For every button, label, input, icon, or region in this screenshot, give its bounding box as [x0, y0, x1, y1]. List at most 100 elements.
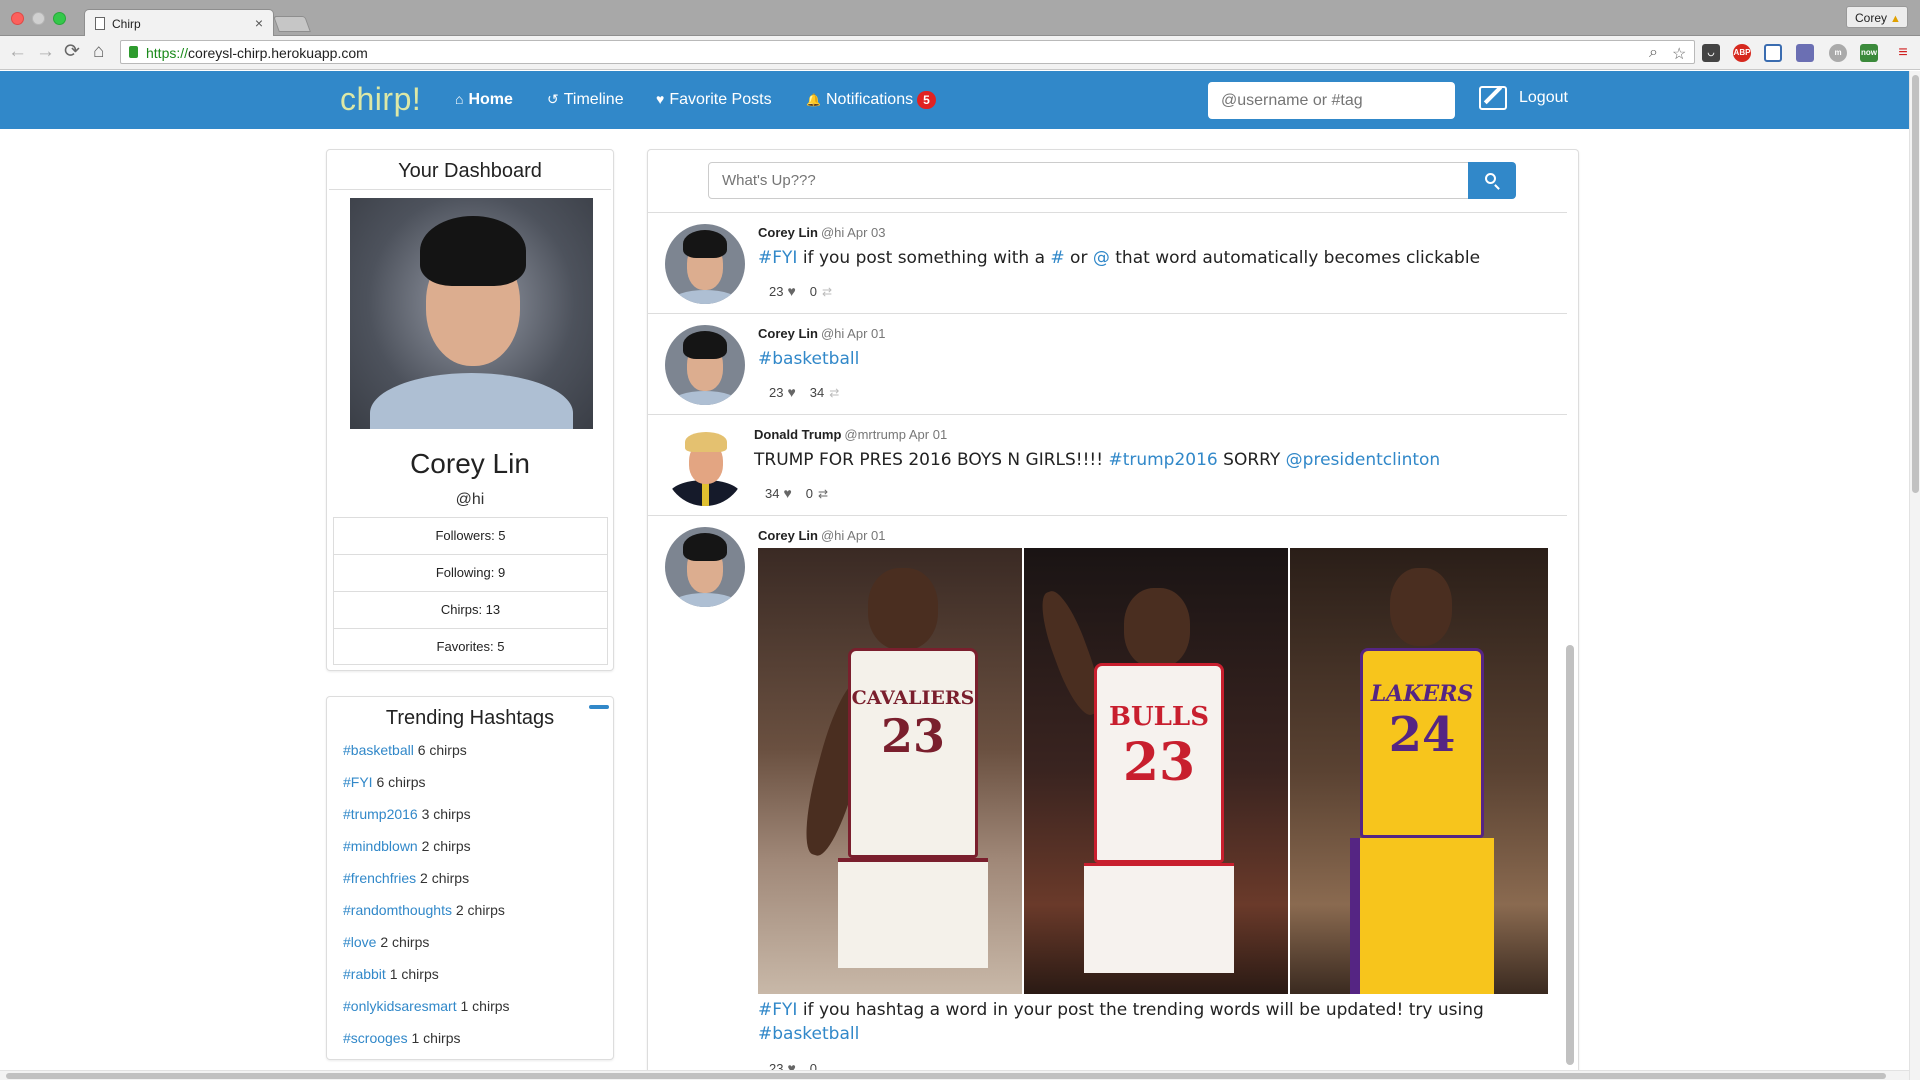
hashtag-link[interactable]: #basketball	[343, 742, 414, 758]
post-author[interactable]: Donald Trump	[754, 427, 841, 442]
hashtag-link[interactable]: #frenchfries	[343, 870, 416, 886]
feed-panel: Corey Lin@hi Apr 03 #FYI if you post som…	[647, 149, 1579, 1080]
avatar[interactable]	[665, 527, 745, 607]
post-actions: 34 ♥ 0 ⇄	[765, 485, 828, 501]
grid-extension-icon[interactable]	[1796, 44, 1814, 62]
rechirp-icon[interactable]: ⇄	[822, 285, 832, 299]
mention-link[interactable]: @	[1093, 248, 1110, 268]
profile-name: Corey Lin	[410, 448, 530, 479]
trending-item: #scrooges 1 chirps	[343, 1030, 461, 1046]
post-author[interactable]: Corey Lin	[758, 225, 818, 240]
mention-link[interactable]: @presidentclinton	[1286, 450, 1441, 470]
post-card: Corey Lin @hi Apr 01 #basketball 23 ♥ 34 ⇄	[648, 313, 1567, 414]
zoom-icon[interactable]: ⌕	[1649, 44, 1658, 62]
avatar[interactable]	[665, 426, 745, 506]
hashtag-link[interactable]: #basketball	[758, 1024, 859, 1044]
hashtag-link[interactable]: #mindblown	[343, 838, 418, 854]
back-arrow-icon[interactable]: ←	[8, 41, 27, 63]
followers-stat[interactable]: Followers: 5	[333, 517, 608, 554]
hashtag-link[interactable]: #FYI	[758, 248, 797, 268]
minimize-window-button[interactable]	[32, 12, 45, 25]
bookmark-star-icon[interactable]: ☆	[1672, 44, 1686, 64]
heart-icon[interactable]: ♥	[783, 485, 791, 501]
nav-notifications[interactable]: 🔔 Notifications 5	[806, 91, 936, 109]
hash-link[interactable]: #	[1050, 248, 1064, 268]
hashtag-link[interactable]: #onlykidsaresmart	[343, 998, 457, 1014]
hashtag-link[interactable]: #FYI	[343, 774, 373, 790]
lock-icon	[129, 46, 138, 58]
now-extension-icon[interactable]: now	[1860, 44, 1878, 62]
nav-timeline[interactable]: ↺ Timeline	[547, 91, 624, 109]
hashtag-link[interactable]: #randomthoughts	[343, 902, 452, 918]
trending-item: #rabbit 1 chirps	[343, 966, 439, 982]
hashtag-link[interactable]: #scrooges	[343, 1030, 408, 1046]
avatar[interactable]	[665, 224, 745, 304]
feed-scrollbar[interactable]	[1566, 645, 1574, 1065]
hashtag-link[interactable]: #FYI	[758, 1000, 797, 1020]
scroll-thumb[interactable]	[6, 1073, 1886, 1079]
browser-tab[interactable]: Chirp ×	[84, 9, 274, 37]
hashtag-link[interactable]: #love	[343, 934, 376, 950]
like-count: 23	[769, 284, 784, 299]
m-extension-icon[interactable]: m	[1829, 44, 1847, 62]
compose-input[interactable]	[708, 162, 1469, 199]
post-header: Corey Lin @hi Apr 01	[758, 326, 885, 341]
page-vertical-scrollbar[interactable]	[1909, 71, 1920, 1080]
search-icon	[1485, 173, 1496, 184]
new-tab-button[interactable]	[273, 16, 311, 32]
nav-favorite-posts[interactable]: ♥ Favorite Posts	[656, 91, 772, 109]
post-card: Donald Trump @mrtrump Apr 01 TRUMP FOR PR…	[648, 414, 1567, 515]
trending-item: #onlykidsaresmart 1 chirps	[343, 998, 510, 1014]
heart-icon[interactable]: ♥	[787, 384, 795, 400]
menu-icon[interactable]: ≡	[1894, 44, 1912, 62]
pocket-icon[interactable]: ◡	[1702, 44, 1720, 62]
tab-title: Chirp	[112, 17, 141, 31]
compose-submit-button[interactable]	[1468, 162, 1516, 199]
home-icon[interactable]: ⌂	[93, 41, 104, 63]
reload-icon[interactable]: ⟳	[64, 41, 80, 63]
chirps-stat[interactable]: Chirps: 13	[333, 591, 608, 628]
logout-button[interactable]: Logout	[1479, 86, 1568, 110]
rechirp-icon[interactable]: ⇄	[829, 386, 839, 400]
following-stat[interactable]: Following: 9	[333, 554, 608, 591]
browser-toolbar: ← → ⟳ ⌂ https://coreysl-chirp.herokuapp.…	[0, 36, 1920, 70]
close-tab-icon[interactable]: ×	[255, 15, 263, 31]
scroll-thumb[interactable]	[1912, 75, 1919, 493]
rechirp-icon[interactable]: ⇄	[818, 487, 828, 501]
warning-icon: ▲	[1890, 13, 1901, 25]
trending-item: #FYI 6 chirps	[343, 774, 426, 790]
hashtag-link[interactable]: #basketball	[758, 349, 859, 369]
browser-profile-button[interactable]: Corey ▲	[1846, 6, 1908, 28]
post-image[interactable]: CAVALIERS 23 BULLS 23 LAKERS 24	[758, 548, 1548, 994]
heart-icon: ♥	[656, 91, 665, 107]
heart-icon[interactable]: ♥	[787, 283, 795, 299]
hashtag-link[interactable]: #trump2016	[343, 806, 418, 822]
address-bar[interactable]: https://coreysl-chirp.herokuapp.com ⌕ ☆	[120, 40, 1695, 64]
avatar[interactable]	[665, 325, 745, 405]
dashboard-title: Your Dashboard	[329, 150, 611, 190]
zoom-window-button[interactable]	[53, 12, 66, 25]
trending-item: #randomthoughts 2 chirps	[343, 902, 505, 918]
jersey-number: 24	[1388, 707, 1456, 763]
brand-logo[interactable]: chirp!	[340, 81, 421, 118]
close-window-button[interactable]	[11, 12, 24, 25]
jersey-team: LAKERS	[1370, 681, 1474, 707]
like-count: 34	[765, 486, 780, 501]
profile-photo	[350, 198, 593, 429]
nav-home[interactable]: ⌂ Home	[455, 91, 513, 109]
collapse-button[interactable]	[589, 705, 609, 709]
screen-capture-icon[interactable]	[1764, 44, 1782, 62]
trending-title: Trending Hashtags	[385, 707, 555, 729]
post-author[interactable]: Corey Lin	[758, 528, 818, 543]
post-author[interactable]: Corey Lin	[758, 326, 818, 341]
history-icon: ↺	[547, 91, 559, 107]
user-tag-search-input[interactable]	[1208, 82, 1455, 119]
hashtag-link[interactable]: #trump2016	[1108, 450, 1217, 470]
favorites-stat[interactable]: Favorites: 5	[333, 628, 608, 665]
page-horizontal-scrollbar[interactable]	[0, 1070, 1909, 1080]
post-meta: @hi Apr 03	[820, 225, 886, 240]
post-text: #basketball	[758, 349, 859, 369]
forward-arrow-icon[interactable]: →	[36, 41, 55, 63]
hashtag-link[interactable]: #rabbit	[343, 966, 386, 982]
adblock-icon[interactable]: ABP	[1733, 44, 1751, 62]
